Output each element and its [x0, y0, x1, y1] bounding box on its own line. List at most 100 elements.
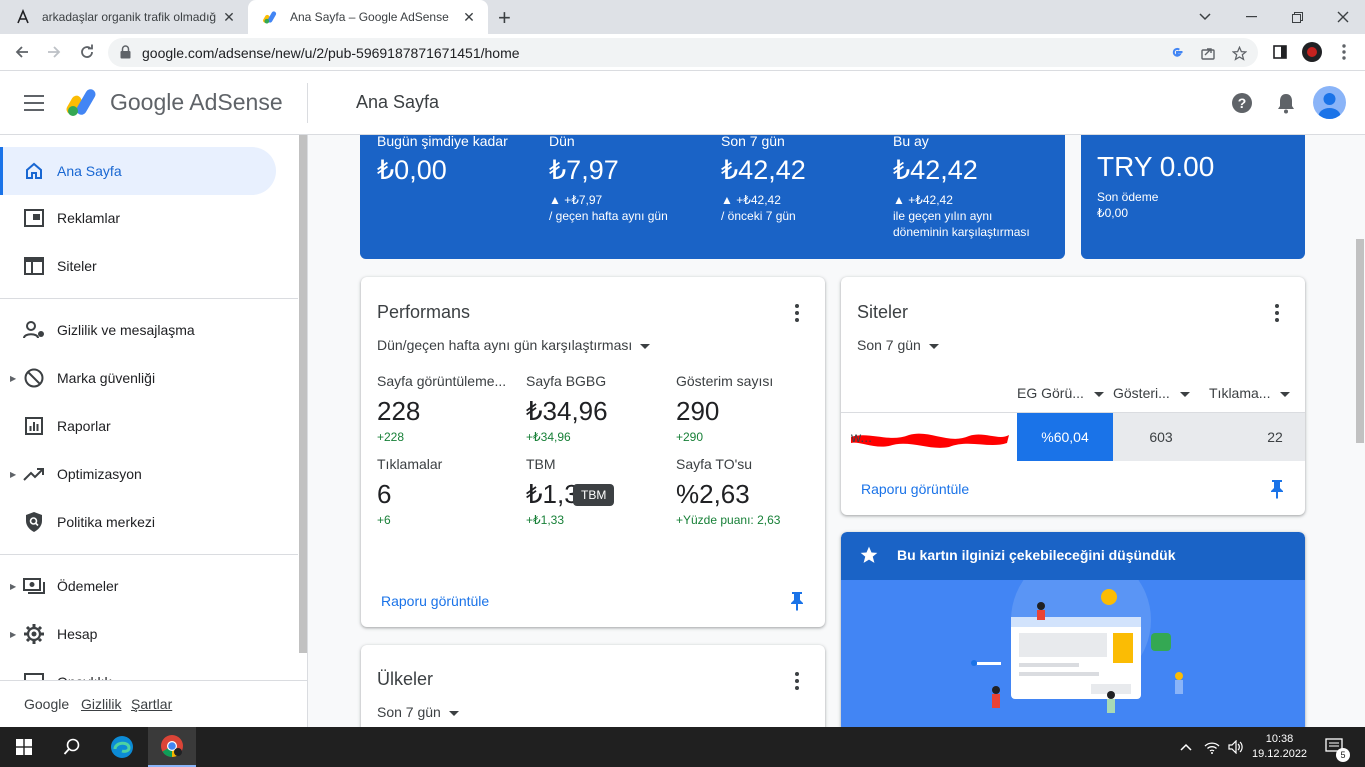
chrome-browser-icon[interactable]: [148, 727, 196, 767]
restore-icon[interactable]: [1274, 0, 1320, 34]
metric-value: %2,63: [676, 479, 750, 509]
footer-google: Google: [24, 696, 70, 712]
profile-avatar[interactable]: [1301, 41, 1323, 63]
new-tab-icon[interactable]: +: [498, 5, 511, 31]
sidebar-divider: [0, 554, 298, 555]
earnings-label: Bu ay: [893, 135, 929, 149]
balance-card[interactable]: TRY 0.00 Son ödeme ₺0,00: [1081, 135, 1305, 259]
pin-icon[interactable]: [789, 591, 805, 611]
windows-start-icon[interactable]: [0, 727, 48, 767]
account-avatar[interactable]: [1313, 86, 1346, 119]
earnings-change: ▲ +₺42,42: [721, 193, 781, 207]
sidebar-item-optimizasyon[interactable]: ▶ Optimizasyon: [0, 450, 276, 498]
site-row-name[interactable]: w...: [841, 413, 1017, 461]
earnings-label: Dün: [549, 135, 575, 149]
more-options-icon[interactable]: [1274, 304, 1280, 322]
adsense-logo[interactable]: [66, 87, 100, 117]
sidebar-divider: [0, 298, 298, 299]
view-report-link[interactable]: Raporu görüntüle: [381, 593, 489, 609]
metric-clicks[interactable]: Tıklamalar 6 +6: [377, 456, 517, 527]
performance-title: Performans: [377, 302, 471, 322]
browser-menu-icon[interactable]: [1333, 41, 1355, 63]
sidebar-item-label: Optimizasyon: [57, 466, 142, 482]
tray-chevron-up-icon[interactable]: [1176, 727, 1196, 767]
help-icon[interactable]: ?: [1230, 91, 1254, 115]
browser-tab-adsense[interactable]: Ana Sayfa – Google AdSense ✕: [248, 0, 488, 34]
metric-change: +₺1,33: [526, 513, 564, 527]
back-icon[interactable]: [11, 41, 33, 63]
column-header-impressions[interactable]: Gösteri...: [1113, 385, 1190, 401]
notification-center-icon[interactable]: 5: [1320, 727, 1350, 767]
more-options-icon[interactable]: [794, 304, 800, 322]
notifications-bell-icon[interactable]: [1274, 91, 1298, 115]
sidebar-footer: Google Gizlilik Şartlar: [0, 680, 307, 727]
sidebar-scrollbar[interactable]: [299, 135, 307, 653]
view-report-link[interactable]: Raporu görüntüle: [861, 481, 969, 497]
sidebar-item-hesap[interactable]: ▶ Hesap: [0, 610, 276, 658]
earnings-note: / geçen hafta aynı gün: [549, 209, 668, 223]
close-tab-icon[interactable]: ✕: [460, 9, 478, 26]
minimize-icon[interactable]: [1228, 0, 1274, 34]
earnings-value: ₺0,00: [377, 155, 447, 185]
hamburger-menu-icon[interactable]: [24, 95, 44, 111]
metric-page-ctr[interactable]: Sayfa TO'su %2,63 +Yüzde puanı: 2,63: [676, 456, 816, 527]
sidebar-item-gizlilik[interactable]: Gizlilik ve mesajlaşma: [0, 306, 276, 354]
sidebar-item-reklamlar[interactable]: Reklamlar: [0, 194, 276, 242]
sidebar-item-label: Politika merkezi: [57, 514, 156, 530]
close-tab-icon[interactable]: ✕: [220, 9, 238, 26]
period-dropdown[interactable]: Son 7 gün: [377, 704, 459, 720]
metric-value: 290: [676, 396, 720, 426]
column-header-eg[interactable]: EG Görü...: [1017, 385, 1104, 401]
footer-terms-link[interactable]: Şartlar: [131, 696, 172, 712]
expand-caret-icon[interactable]: ▶: [10, 630, 16, 639]
pin-icon[interactable]: [1269, 479, 1285, 499]
expand-caret-icon[interactable]: ▶: [10, 374, 16, 383]
forward-icon[interactable]: [43, 41, 65, 63]
expand-caret-icon[interactable]: ▶: [10, 470, 16, 479]
period-dropdown[interactable]: Son 7 gün: [857, 337, 939, 353]
tab-search-chevron-icon[interactable]: [1182, 0, 1228, 34]
sidebar-item-raporlar[interactable]: Raporlar: [0, 402, 276, 450]
edge-browser-icon[interactable]: [98, 727, 146, 767]
compare-dropdown[interactable]: Dün/geçen hafta aynı gün karşılaştırması: [377, 337, 651, 353]
address-bar[interactable]: google.com/adsense/new/u/2/pub-596918787…: [108, 38, 1258, 67]
metric-page-views[interactable]: Sayfa görüntüleme... 228 +228: [377, 373, 517, 444]
earnings-card[interactable]: Bugün şimdiye kadar ₺0,00 Dün ₺7,97 ▲ +₺…: [360, 135, 1065, 259]
site-eg-cell[interactable]: %60,04: [1017, 413, 1113, 461]
reports-icon: [22, 414, 46, 438]
sidebar-item-odemeler[interactable]: ▶ Ödemeler: [0, 562, 276, 610]
close-window-icon[interactable]: [1320, 0, 1365, 34]
reload-icon[interactable]: [76, 41, 98, 63]
policy-icon: [22, 510, 46, 534]
metric-page-rpm[interactable]: Sayfa BGBG ₺34,96 +₺34,96: [526, 373, 666, 444]
volume-icon[interactable]: [1226, 727, 1246, 767]
metric-value: ₺34,96: [526, 396, 608, 426]
period-dropdown-label: Son 7 gün: [857, 337, 921, 353]
metric-impressions[interactable]: Gösterim sayısı 290 +290: [676, 373, 816, 444]
search-icon[interactable]: [48, 727, 96, 767]
sort-arrow-icon: [1179, 391, 1190, 397]
sort-arrow-icon: [1280, 391, 1291, 397]
lock-icon[interactable]: [120, 45, 131, 64]
browser-tab-forum[interactable]: arkadaşlar organik trafik olmadığ ✕: [0, 0, 248, 34]
sidebar-item-ana-sayfa[interactable]: Ana Sayfa: [0, 147, 276, 195]
more-options-icon[interactable]: [794, 672, 800, 690]
sidebar-item-marka-guvenligi[interactable]: ▶ Marka güvenliği: [0, 354, 276, 402]
column-header-clicks[interactable]: Tıklama...: [1209, 385, 1291, 401]
site-impressions-cell[interactable]: 603: [1113, 413, 1209, 461]
system-clock[interactable]: 10:38 19.12.2022: [1252, 732, 1307, 762]
share-icon[interactable]: [1199, 44, 1217, 62]
side-panel-icon[interactable]: [1269, 41, 1291, 63]
main-scrollbar[interactable]: [1356, 239, 1364, 443]
expand-caret-icon[interactable]: ▶: [10, 582, 16, 591]
google-translate-icon[interactable]: [1168, 44, 1186, 62]
wifi-icon[interactable]: [1202, 727, 1222, 767]
sidebar-item-siteler[interactable]: Siteler: [0, 242, 276, 290]
site-clicks-cell[interactable]: 22: [1209, 413, 1305, 461]
promo-card[interactable]: Bu kartın ilginizi çekebileceğini düşünd…: [841, 532, 1305, 727]
metric-label: Sayfa TO'su: [676, 456, 753, 472]
bookmark-star-icon[interactable]: [1230, 44, 1248, 62]
footer-privacy-link[interactable]: Gizlilik: [81, 696, 121, 712]
metric-value: 228: [377, 396, 421, 426]
sidebar-item-politika[interactable]: Politika merkezi: [0, 498, 276, 546]
